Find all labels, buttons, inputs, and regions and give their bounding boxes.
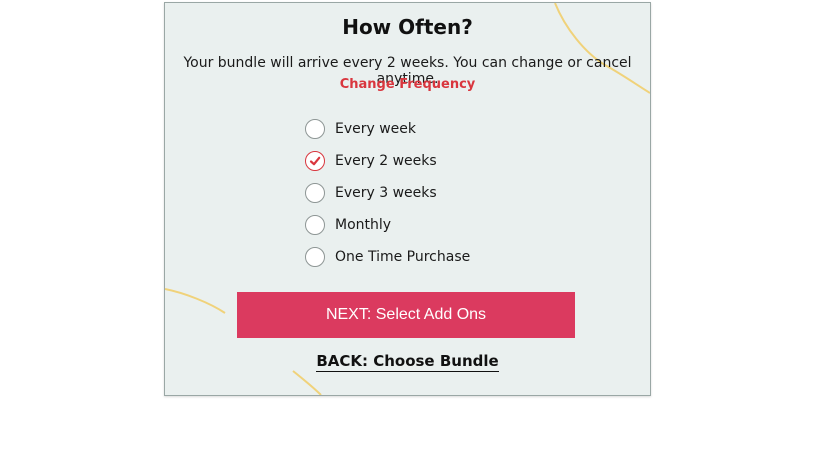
option-label: Every week: [335, 121, 417, 137]
option-label: One Time Purchase: [335, 249, 471, 265]
option-one-time-purchase[interactable]: One Time Purchase: [305, 245, 470, 269]
page-title: How Often?: [342, 15, 473, 39]
frequency-options: Every week Every 2 weeks Every 3 weeks M…: [305, 117, 470, 277]
radio-button-selected[interactable]: [305, 151, 325, 171]
check-icon: [309, 156, 321, 166]
option-every-week[interactable]: Every week: [305, 117, 470, 141]
back-link-container: BACK: Choose Bundle: [165, 351, 650, 372]
option-label: Every 2 weeks: [335, 153, 437, 169]
change-frequency-link[interactable]: Change Frequency: [165, 77, 650, 92]
option-monthly[interactable]: Monthly: [305, 213, 470, 237]
option-label: Monthly: [335, 217, 392, 233]
next-button[interactable]: NEXT: Select Add Ons: [237, 292, 575, 338]
back-link[interactable]: BACK: Choose Bundle: [316, 352, 499, 372]
option-label: Every 3 weeks: [335, 185, 437, 201]
radio-button[interactable]: [305, 215, 325, 235]
option-every-2-weeks[interactable]: Every 2 weeks: [305, 149, 470, 173]
radio-button[interactable]: [305, 183, 325, 203]
radio-button[interactable]: [305, 247, 325, 267]
radio-button[interactable]: [305, 119, 325, 139]
frequency-panel: How Often? Your bundle will arrive every…: [164, 2, 651, 396]
option-every-3-weeks[interactable]: Every 3 weeks: [305, 181, 470, 205]
